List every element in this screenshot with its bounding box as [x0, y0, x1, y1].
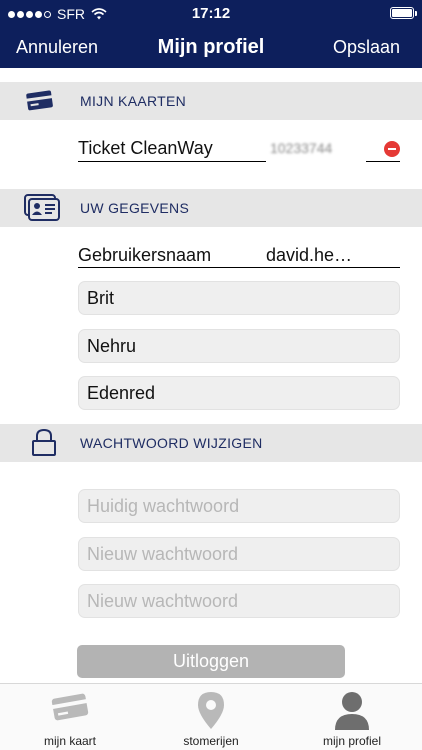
card-number: 10233744: [270, 140, 333, 156]
tab-label: mijn kaart: [43, 734, 96, 748]
section-header-password: WACHTWOORD WIJZIGEN: [0, 424, 422, 462]
id-card-icon: [24, 194, 60, 221]
divider: [78, 267, 400, 268]
tab-label: mijn profiel: [322, 734, 382, 748]
card-icon: [51, 693, 89, 721]
tab-label: stomerijen: [183, 734, 239, 748]
section-title: MIJN KAARTEN: [80, 93, 187, 109]
username-label: Gebruikersnaam: [78, 245, 212, 265]
divider: [366, 161, 400, 162]
logout-button[interactable]: Uitloggen: [77, 645, 345, 678]
section-header-cards: MIJN KAARTEN: [0, 82, 422, 120]
tab-dry-cleaners[interactable]: stomerijen: [141, 684, 281, 750]
section-header-details: UW GEGEVENS: [0, 189, 422, 227]
status-time: 17:12: [191, 5, 231, 22]
new-password-field[interactable]: Nieuw wachtwoord: [78, 537, 400, 571]
first-name-field[interactable]: Brit: [78, 281, 400, 315]
battery-icon: [390, 7, 417, 19]
divider: [78, 161, 266, 162]
last-name-field[interactable]: Nehru: [78, 329, 400, 363]
company-field[interactable]: Edenred: [78, 376, 400, 410]
section-title: WACHTWOORD WIJZIGEN: [80, 435, 263, 451]
tab-my-card[interactable]: mijn kaart: [0, 684, 140, 750]
username-row: Gebruikersnaam david.he…: [78, 240, 400, 270]
current-password-field[interactable]: Huidig wachtwoord: [78, 489, 400, 523]
confirm-password-field[interactable]: Nieuw wachtwoord: [78, 584, 400, 618]
section-title: UW GEGEVENS: [80, 200, 190, 216]
user-icon: [335, 692, 369, 730]
lock-icon: [32, 428, 56, 456]
map-pin-icon: [198, 692, 224, 729]
card-item: Ticket CleanWay 10233744: [78, 133, 400, 163]
tab-bar: mijn kaart stomerijen mijn profiel: [0, 683, 422, 750]
navigation-bar: Annuleren Mijn profiel Opslaan: [0, 28, 422, 68]
cancel-button[interactable]: Annuleren: [16, 37, 98, 58]
remove-card-icon[interactable]: [384, 141, 400, 157]
username-value: david.he…: [266, 245, 353, 265]
credit-card-icon: [26, 90, 53, 111]
tab-my-profile[interactable]: mijn profiel: [282, 684, 422, 750]
save-button[interactable]: Opslaan: [333, 37, 400, 58]
card-name: Ticket CleanWay: [78, 138, 213, 158]
status-bar: SFR 17:12: [0, 0, 422, 28]
